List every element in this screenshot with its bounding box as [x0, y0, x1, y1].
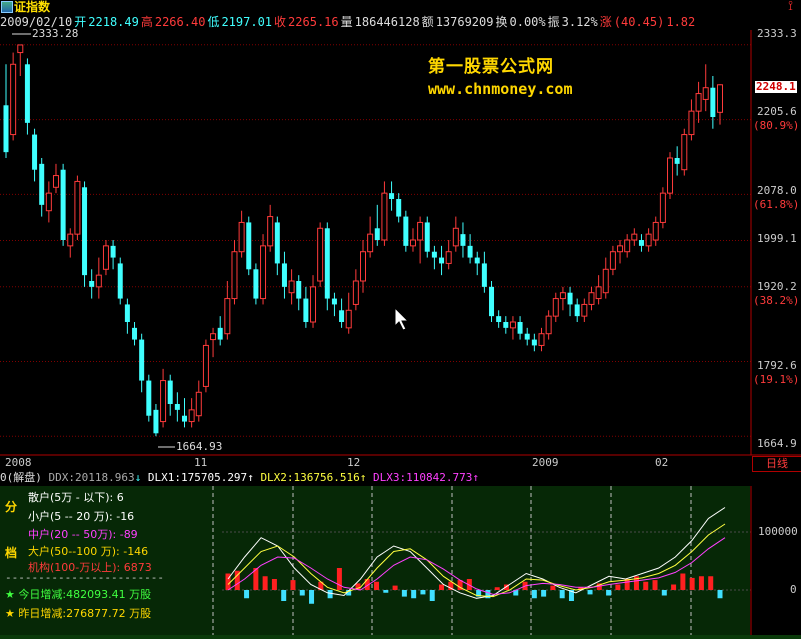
indicator-chart[interactable] [0, 486, 801, 635]
indicator-bar [429, 590, 435, 601]
period-button[interactable]: 日线 [752, 456, 801, 472]
annotation-lines [12, 33, 175, 448]
current-price-badge: 2248.1 [755, 80, 797, 93]
indicator-bar [652, 580, 658, 590]
indicator-name: 0(解盘) [0, 471, 42, 484]
sub-axis-label: 100000 [758, 525, 798, 538]
dlx2-value: DLX2:136756.516 [260, 471, 360, 484]
fib-label: (80.9%) [753, 119, 800, 132]
indicator-bar [327, 590, 333, 599]
indicator-bar [309, 590, 315, 604]
time-label: 2008 [5, 456, 32, 469]
indicator-bar [698, 576, 704, 590]
series-line-dlx2 [227, 523, 726, 598]
indicator-bar [401, 590, 407, 597]
indicator-bar [244, 590, 250, 599]
price-label: 1999.1 [757, 232, 797, 245]
indicator-bar [439, 584, 445, 590]
indicator-bar [615, 584, 621, 590]
fib-label: (19.1%) [753, 373, 800, 386]
time-label: 12 [347, 456, 361, 469]
price-label: 1920.2 [757, 280, 797, 293]
status-bar [0, 635, 801, 639]
indicator-bar [374, 581, 380, 590]
dlx1-value: DLX1:175705.297 [147, 471, 248, 484]
indicator-bar [541, 590, 547, 597]
indicator-bar [680, 573, 686, 590]
indicator-bar [494, 587, 500, 590]
indicator-bar [717, 590, 723, 599]
indicator-bar [420, 590, 426, 595]
series-line-dlx1 [227, 507, 726, 599]
indicator-lines [227, 507, 726, 599]
series-line-dlx3 [227, 537, 726, 595]
time-label: 11 [194, 456, 208, 469]
indicator-bar [643, 581, 649, 590]
price-label: 2333.3 [757, 27, 797, 40]
time-label: 2009 [532, 456, 559, 469]
time-label: 02 [655, 456, 669, 469]
indicator-bar [271, 579, 277, 590]
indicator-bar [606, 590, 612, 596]
indicator-bar [661, 590, 667, 596]
indicator-bar [671, 584, 677, 590]
dlx3-value: DLX3:110842.773 [373, 471, 473, 484]
indicator-bar [559, 590, 565, 599]
indicator-bar [262, 576, 268, 590]
price-label: 2078.0 [757, 184, 797, 197]
fib-label: (38.2%) [753, 294, 800, 307]
price-label: 1792.6 [757, 359, 797, 372]
indicator-bar [383, 590, 389, 593]
indicator-bar [336, 568, 342, 590]
indicator-bar [392, 585, 398, 590]
indicator-bar [531, 590, 537, 599]
indicator-bar [290, 580, 296, 590]
price-label: 2205.6 [757, 105, 797, 118]
indicator-bar [550, 585, 556, 590]
indicator-header: 0(解盘) DDX:20118.963↓ DLX1:175705.297↑ DL… [0, 471, 479, 484]
price-label: 1664.9 [757, 437, 797, 450]
sub-axis-label: 0 [790, 583, 797, 596]
ddx-value: DDX:20118.963 [48, 471, 135, 484]
indicator-bar [708, 576, 714, 590]
indicator-bar [689, 577, 695, 590]
indicator-bar [281, 590, 287, 601]
indicator-bar [299, 590, 305, 596]
indicator-bar [411, 590, 417, 599]
indicator-bar [587, 590, 593, 595]
indicator-bar [624, 579, 630, 590]
fib-label: (61.8%) [753, 198, 800, 211]
